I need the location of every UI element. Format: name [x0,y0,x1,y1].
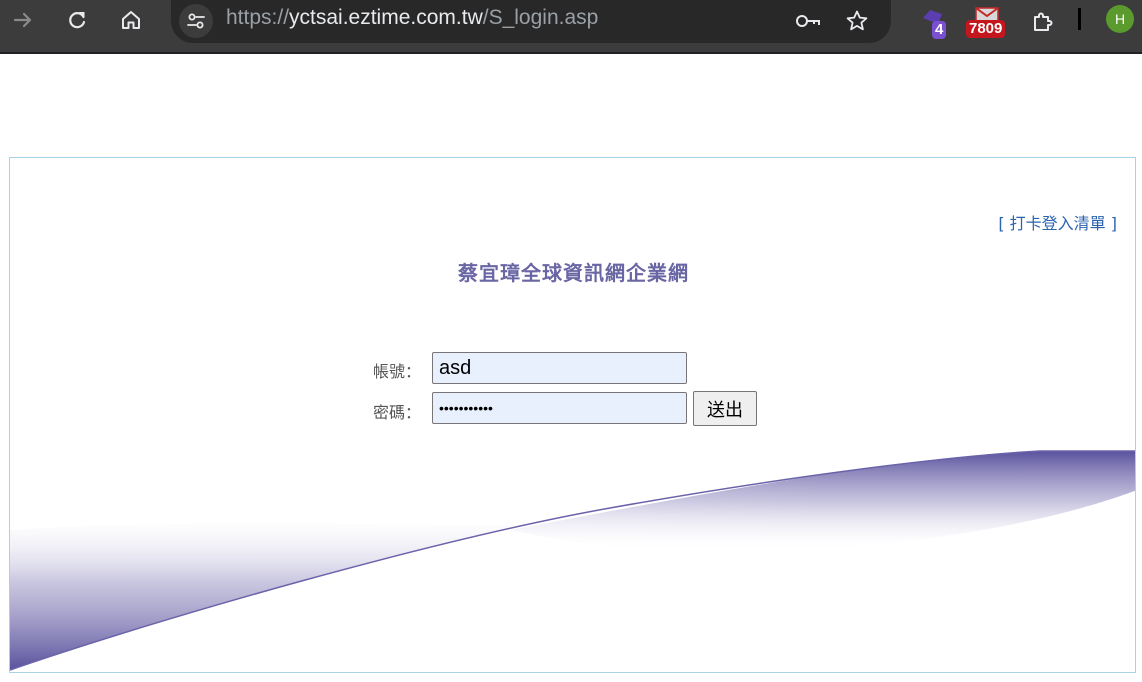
password-key-button[interactable] [793,6,823,36]
page-title: 蔡宜璋全球資訊網企業網 [458,261,689,285]
url-path: /S_login.asp [482,6,599,29]
mail-extension-button[interactable]: 7809 [964,4,1010,40]
url-text[interactable]: https://yctsai.eztime.com.tw/S_login.asp [226,6,598,30]
home-icon [122,11,140,29]
site-info-button[interactable] [179,4,213,38]
mail-unread-badge: 7809 [966,20,1006,38]
profile-avatar[interactable]: H [1106,5,1134,33]
browser-toolbar: https://yctsai.eztime.com.tw/S_login.asp… [0,0,1142,54]
submit-button[interactable]: 送出 [693,391,757,426]
arrow-right-icon [13,12,32,28]
url-scheme: https:// [226,6,290,29]
link-bracket-close: ] [1105,214,1117,233]
tune-icon [187,13,205,29]
profile-initial: H [1114,11,1126,27]
back-button[interactable] [8,6,38,34]
link-bracket-open: [ [998,214,1010,233]
password-input[interactable]: ••••••••••• [432,392,687,424]
reload-button[interactable] [62,6,92,34]
punch-login-list-label[interactable]: 打卡登入清單 [1010,214,1106,233]
account-input[interactable] [432,352,687,384]
account-label: 帳號： [373,362,422,381]
address-bar[interactable]: https://yctsai.eztime.com.tw/S_login.asp [171,0,891,43]
password-label: 密碼： [373,403,422,422]
extension-1-badge: 4 [932,21,947,39]
star-icon [846,10,868,31]
punch-login-list-link[interactable]: [ 打卡登入清單 ] [998,210,1117,234]
login-frame: [ 打卡登入清單 ] 蔡宜璋全球資訊網企業網 帳號： 密碼： •••••••••… [9,157,1136,673]
toolbar-divider [1078,8,1081,30]
puzzle-icon [1034,12,1053,31]
url-host: yctsai.eztime.com.tw [289,6,483,29]
key-icon [796,15,820,27]
reload-icon [69,12,86,29]
extension-1-button[interactable]: 4 [918,4,958,40]
home-button[interactable] [116,6,146,34]
extensions-menu-button[interactable] [1026,4,1058,40]
bookmark-star-button[interactable] [842,6,872,36]
